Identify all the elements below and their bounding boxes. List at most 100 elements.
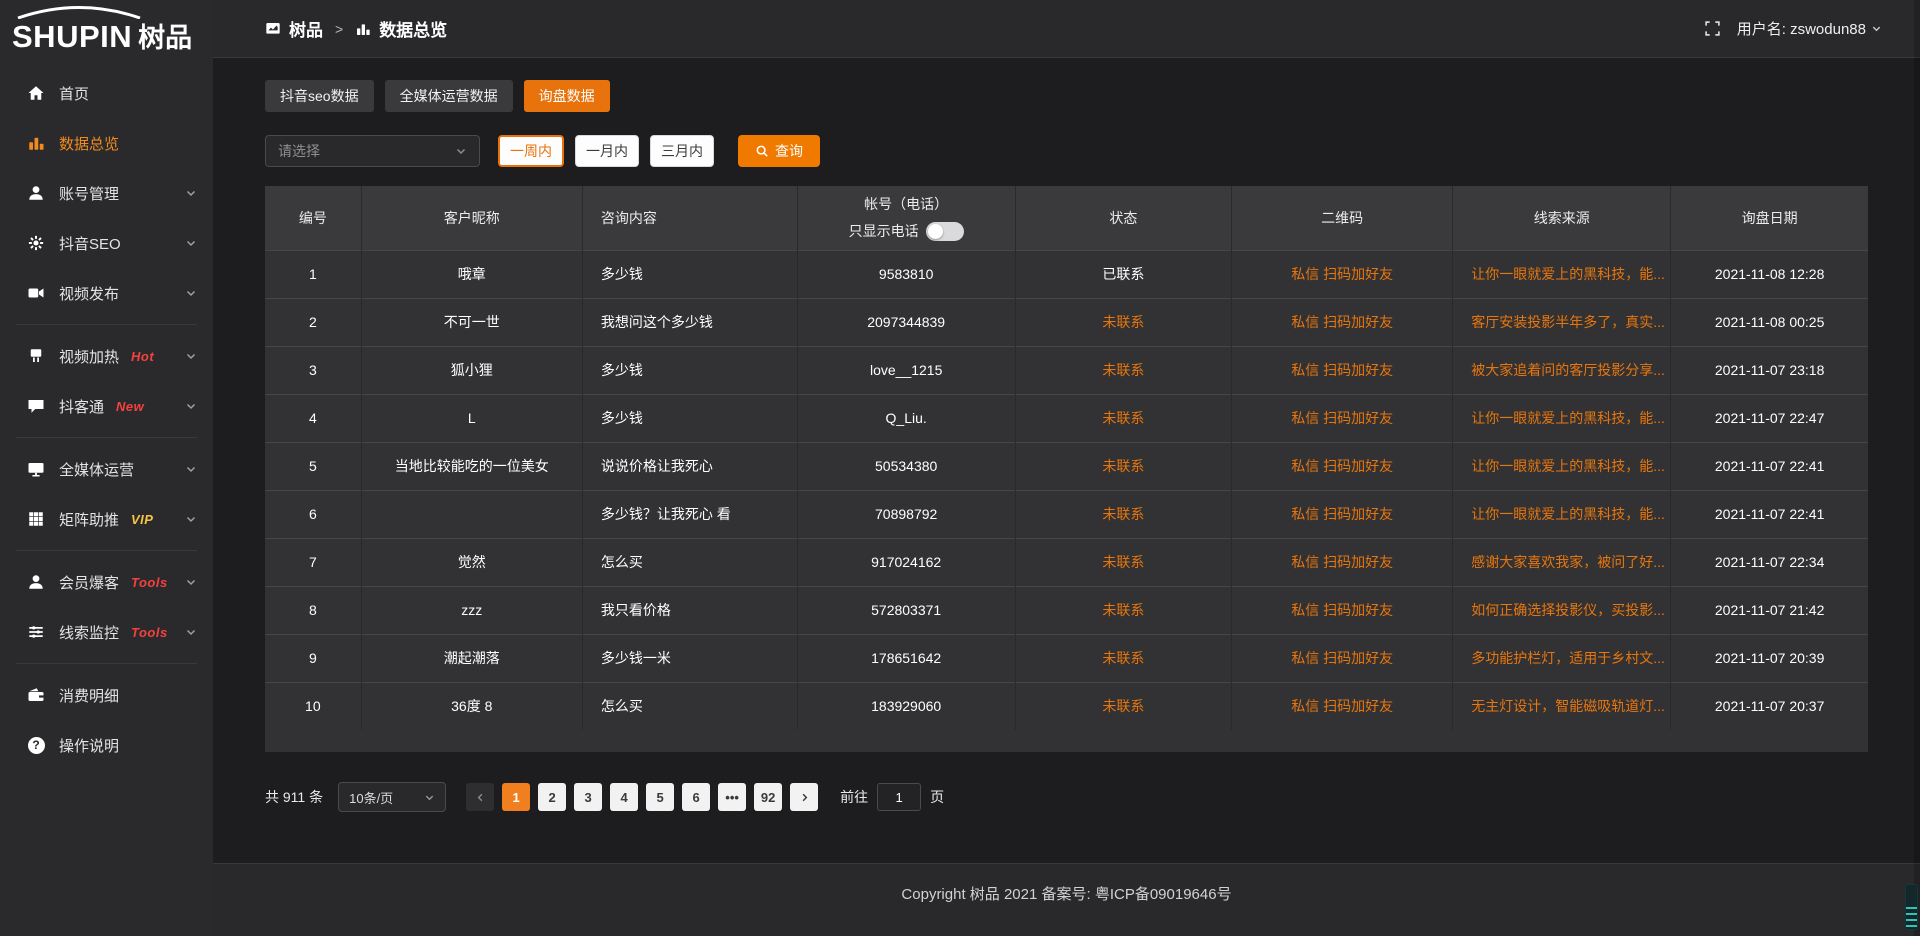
goto-label: 前往 [840,787,868,807]
range-month-button[interactable]: 一月内 [575,135,639,167]
qrcode-link[interactable]: 私信 扫码加好友 [1232,682,1453,730]
goto-page-input[interactable] [877,783,921,811]
qrcode-link[interactable]: 私信 扫码加好友 [1232,346,1453,394]
page-number-button[interactable]: 4 [610,783,638,811]
col-header-id: 编号 [265,186,361,250]
page-number-button[interactable]: 3 [574,783,602,811]
cell-date: 2021-11-07 22:47 [1671,394,1868,442]
menu-divider [16,550,197,551]
tab-omnimedia-data[interactable]: 全媒体运营数据 [385,80,513,112]
cell-nickname: L [361,394,582,442]
page-number-button[interactable]: 6 [682,783,710,811]
qrcode-link[interactable]: 私信 扫码加好友 [1232,298,1453,346]
source-link[interactable]: 无主灯设计，智能磁吸轨道灯... [1453,682,1671,730]
sidebar-item-account-mgmt[interactable]: 账号管理 [0,168,213,218]
sidebar-item-label: 首页 [59,83,89,104]
sidebar-item-label: 消费明细 [59,685,119,706]
table-row: 10 36度 8 怎么买 183929060 未联系 私信 扫码加好友 无主灯设… [265,682,1868,730]
sidebar-item-home[interactable]: 首页 [0,68,213,118]
sidebar-item-label: 视频加热 [59,346,119,367]
source-link[interactable]: 被大家追着问的客厅投影分享... [1453,346,1671,394]
cell-content: 多少钱 [582,394,797,442]
table-row: 8 zzz 我只看价格 572803371 未联系 私信 扫码加好友 如何正确选… [265,586,1868,634]
sidebar-item-video-heat[interactable]: 视频加热 Hot [0,331,213,381]
tab-douyin-seo-data[interactable]: 抖音seo数据 [265,80,374,112]
cell-content: 怎么买 [582,538,797,586]
sidebar-menu: 首页 数据总览 账号管理 抖音SEO [0,60,213,770]
sidebar-item-omnimedia[interactable]: 全媒体运营 [0,444,213,494]
sidebar-item-lead-monitor[interactable]: 线索监控 Tools [0,607,213,657]
phone-only-toggle[interactable] [926,222,964,241]
breadcrumb: 树品 > 数据总览 [265,16,447,41]
sidebar-item-video-publish[interactable]: 视频发布 [0,268,213,318]
cell-account: 183929060 [797,682,1015,730]
account-select[interactable]: 请选择 [265,135,480,167]
next-page-button[interactable] [790,783,818,811]
status-badge: 未联系 [1015,538,1231,586]
cell-nickname: 不可一世 [361,298,582,346]
range-week-button[interactable]: 一周内 [498,135,564,167]
source-link[interactable]: 多功能护栏灯，适用于乡村文... [1453,634,1671,682]
gear-icon [26,233,46,253]
source-link[interactable]: 让你一眼就爱上的黑科技，能... [1453,490,1671,538]
page-number-button[interactable]: 2 [538,783,566,811]
user-icon [26,183,46,203]
qrcode-link[interactable]: 私信 扫码加好友 [1232,634,1453,682]
breadcrumb-root[interactable]: 树品 [289,16,323,41]
fullscreen-icon[interactable] [1704,20,1721,37]
page-number-button[interactable]: 1 [502,783,530,811]
status-badge: 已联系 [1015,250,1231,298]
status-badge: 未联系 [1015,586,1231,634]
qrcode-link[interactable]: 私信 扫码加好友 [1232,490,1453,538]
qrcode-link[interactable]: 私信 扫码加好友 [1232,538,1453,586]
sidebar-item-member-baoke[interactable]: 会员爆客 Tools [0,557,213,607]
cell-nickname: 狐小狸 [361,346,582,394]
corner-widget[interactable] [1905,884,1918,930]
status-badge: 未联系 [1015,394,1231,442]
sidebar-item-douyin-seo[interactable]: 抖音SEO [0,218,213,268]
scrollbar-track[interactable] [1914,0,1920,936]
chevron-down-icon [1871,23,1882,34]
prev-page-button[interactable] [466,783,494,811]
source-link[interactable]: 感谢大家喜欢我家，被问了好... [1453,538,1671,586]
breadcrumb-root-icon [265,21,281,37]
table-row: 6 多少钱？让我死心 看 70898792 未联系 私信 扫码加好友 让你一眼就… [265,490,1868,538]
user-menu[interactable]: 用户名: zswodun88 [1737,18,1882,39]
source-link[interactable]: 客厅安装投影半年多了，真实... [1453,298,1671,346]
search-icon [755,144,769,158]
sidebar-item-matrix-boost[interactable]: 矩阵助推 VIP [0,494,213,544]
footer: Copyright 树品 2021 备案号: 粤ICP备09019646号 [213,863,1920,936]
cell-account: Q_Liu. [797,394,1015,442]
source-link[interactable]: 让你一眼就爱上的黑科技，能... [1453,250,1671,298]
qrcode-link[interactable]: 私信 扫码加好友 [1232,250,1453,298]
tab-inquiry-data[interactable]: 询盘数据 [524,80,610,112]
home-icon [26,83,46,103]
qrcode-link[interactable]: 私信 扫码加好友 [1232,586,1453,634]
search-button[interactable]: 查询 [738,135,820,167]
sidebar-item-data-overview[interactable]: 数据总览 [0,118,213,168]
bar-chart-icon [26,133,46,153]
data-tabs: 抖音seo数据 全媒体运营数据 询盘数据 [265,80,1868,112]
table-row: 7 觉然 怎么买 917024162 未联系 私信 扫码加好友 感谢大家喜欢我家… [265,538,1868,586]
source-link[interactable]: 让你一眼就爱上的黑科技，能... [1453,442,1671,490]
page-ellipsis-button[interactable]: ••• [718,783,746,811]
cell-content: 说说价格让我死心 [582,442,797,490]
cell-id: 10 [265,682,361,730]
page-size-select[interactable]: 10条/页 [338,782,446,812]
sidebar-item-instructions[interactable]: ? 操作说明 [0,720,213,770]
cell-id: 5 [265,442,361,490]
cell-account: 2097344839 [797,298,1015,346]
menu-divider [16,437,197,438]
qrcode-link[interactable]: 私信 扫码加好友 [1232,442,1453,490]
source-link[interactable]: 让你一眼就爱上的黑科技，能... [1453,394,1671,442]
range-quarter-button[interactable]: 三月内 [650,135,714,167]
qrcode-link[interactable]: 私信 扫码加好友 [1232,394,1453,442]
sidebar-item-doukeTong[interactable]: 抖客通 New [0,381,213,431]
cell-id: 1 [265,250,361,298]
page-number-button[interactable]: 5 [646,783,674,811]
page-size-value: 10条/页 [349,788,393,807]
page-number-button[interactable]: 92 [754,783,782,811]
sidebar-item-spend-detail[interactable]: 消费明细 [0,670,213,720]
cell-account: 572803371 [797,586,1015,634]
source-link[interactable]: 如何正确选择投影仪，买投影... [1453,586,1671,634]
